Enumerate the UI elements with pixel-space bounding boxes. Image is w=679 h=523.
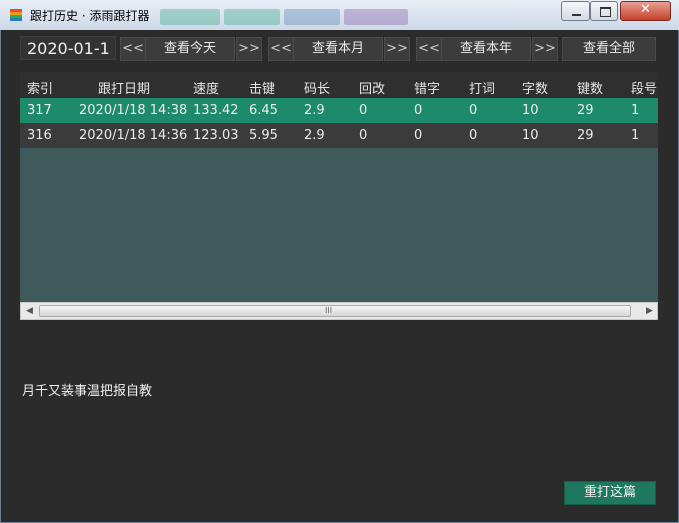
view-all-button[interactable]: 查看全部 <box>562 37 656 61</box>
table-row[interactable]: 317 2020/1/18 14:38 133.42 6.45 2.9 0 0 … <box>20 98 658 123</box>
scroll-right-icon[interactable]: ▶ <box>646 306 653 316</box>
table-cell: 1 <box>631 128 640 143</box>
prev-month-button[interactable]: << <box>268 37 294 61</box>
table-cell: 10 <box>522 103 539 118</box>
column-header[interactable]: 索引 <box>27 78 53 97</box>
minimize-button[interactable] <box>561 1 590 21</box>
view-month-button[interactable]: 查看本月 <box>293 37 383 61</box>
table-cell: 123.03 <box>193 128 239 143</box>
table-cell: 5.95 <box>249 128 278 143</box>
column-header[interactable]: 速度 <box>193 78 219 97</box>
table-cell: 0 <box>359 128 368 143</box>
maximize-button[interactable] <box>590 1 618 21</box>
column-header[interactable]: 字数 <box>522 78 548 97</box>
column-header[interactable]: 打词 <box>469 78 495 97</box>
scrollbar-thumb[interactable]: III <box>39 305 631 317</box>
column-header[interactable]: 段号 <box>631 78 657 97</box>
view-year-button[interactable]: 查看本年 <box>441 37 531 61</box>
next-month-button[interactable]: >> <box>384 37 410 61</box>
table-cell: 0 <box>469 128 478 143</box>
window-title: 跟打历史 · 添雨跟打器 <box>30 9 150 23</box>
prev-day-button[interactable]: << <box>120 37 146 61</box>
table-cell: 2020/1/18 14:36 <box>79 128 188 143</box>
table-cell: 0 <box>469 103 478 118</box>
table-cell: 2.9 <box>304 103 325 118</box>
retype-button[interactable]: 重打这篇 <box>564 481 656 505</box>
next-day-button[interactable]: >> <box>236 37 262 61</box>
table-row[interactable]: 316 2020/1/18 14:36 123.03 5.95 2.9 0 0 … <box>20 123 658 148</box>
table-cell: 6.45 <box>249 103 278 118</box>
scroll-left-icon[interactable]: ◀ <box>26 306 33 316</box>
column-header[interactable]: 键数 <box>577 78 603 97</box>
article-text: 月千又装事温把报自教 <box>22 384 153 399</box>
close-button[interactable]: ✕ <box>620 1 671 21</box>
view-today-button[interactable]: 查看今天 <box>145 37 235 61</box>
table-cell: 2020/1/18 14:38 <box>79 103 188 118</box>
column-header[interactable]: 跟打日期 <box>98 78 150 97</box>
table-cell: 1 <box>631 103 640 118</box>
table-cell: 133.42 <box>193 103 239 118</box>
column-header[interactable]: 码长 <box>304 78 330 97</box>
table-cell: 0 <box>414 103 423 118</box>
minimize-icon <box>562 2 589 20</box>
table-cell: 317 <box>27 103 52 118</box>
table-cell: 2.9 <box>304 128 325 143</box>
close-icon: ✕ <box>640 2 651 17</box>
date-field[interactable]: 2020-01-1 <box>20 36 116 60</box>
prev-year-button[interactable]: << <box>416 37 442 61</box>
table-cell: 10 <box>522 128 539 143</box>
title-bar[interactable]: 跟打历史 · 添雨跟打器 ✕ <box>0 0 679 31</box>
table-cell: 29 <box>577 103 594 118</box>
history-table[interactable]: 索引 跟打日期 速度 击键 码长 回改 错字 打词 字数 键数 段号 317 2… <box>20 72 658 302</box>
next-year-button[interactable]: >> <box>532 37 558 61</box>
scrollbar-grip: III <box>325 306 333 315</box>
table-cell: 29 <box>577 128 594 143</box>
column-header[interactable]: 错字 <box>414 78 440 97</box>
app-icon <box>10 9 22 21</box>
horizontal-scrollbar[interactable]: ◀ III ▶ <box>20 302 658 320</box>
table-header: 索引 跟打日期 速度 击键 码长 回改 错字 打词 字数 键数 段号 <box>20 72 658 98</box>
column-header[interactable]: 回改 <box>359 78 385 97</box>
table-cell: 316 <box>27 128 52 143</box>
column-header[interactable]: 击键 <box>249 78 275 97</box>
table-cell: 0 <box>414 128 423 143</box>
maximize-icon <box>591 2 617 20</box>
table-cell: 0 <box>359 103 368 118</box>
